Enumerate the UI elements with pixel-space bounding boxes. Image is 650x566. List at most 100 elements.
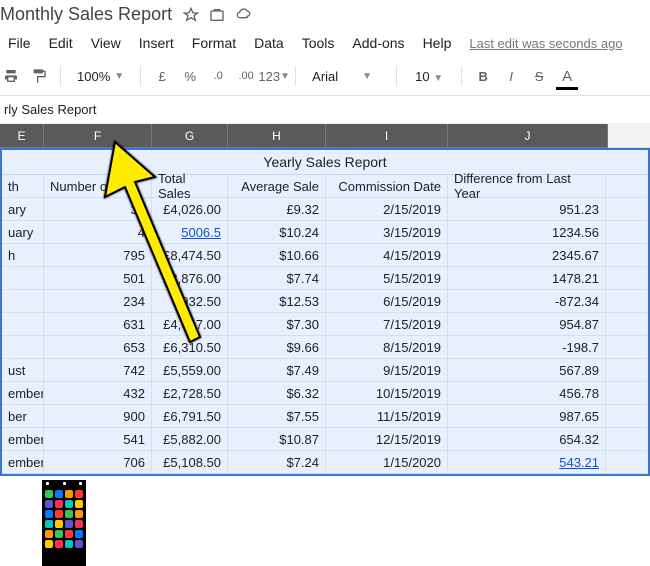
cell[interactable]: h [2,244,44,266]
cell[interactable]: £9.32 [228,198,326,220]
cell[interactable]: 4/15/2019 [326,244,448,266]
cell[interactable]: 5/15/2019 [326,267,448,289]
move-icon[interactable] [208,6,226,24]
cell[interactable]: 501 [44,267,152,289]
cell[interactable]: £4,607.00 [152,313,228,335]
cell[interactable]: 5006.5 [152,221,228,243]
cell[interactable] [2,290,44,312]
cell[interactable]: 932.50 [152,290,228,312]
increase-decimal-button[interactable]: .00 [235,65,257,87]
cell[interactable]: $7.24 [228,451,326,473]
cell[interactable]: $12.53 [228,290,326,312]
cell[interactable]: $10.87 [228,428,326,450]
cell[interactable]: £5,882.00 [152,428,228,450]
cell[interactable]: -198.7 [448,336,606,358]
cell[interactable]: 954.87 [448,313,606,335]
menu-format[interactable]: Format [184,31,244,55]
cell[interactable]: th [2,175,44,197]
cell[interactable]: 1/15/2020 [326,451,448,473]
cell[interactable]: 951.23 [448,198,606,220]
cell[interactable]: Commission Date [326,175,448,197]
strikethrough-button[interactable]: S [528,65,550,87]
cell[interactable]: 234 [44,290,152,312]
cell[interactable]: $6.32 [228,382,326,404]
font-select[interactable]: Arial▼ [306,67,386,86]
menu-tools[interactable]: Tools [294,31,343,55]
cell[interactable]: Average Sale [228,175,326,197]
cell[interactable]: 1234.56 [448,221,606,243]
cell[interactable]: ember [2,451,44,473]
cell[interactable]: £5,108.50 [152,451,228,473]
col-header-j[interactable]: J [448,124,608,148]
menu-data[interactable]: Data [246,31,292,55]
cell[interactable] [2,267,44,289]
paint-format-icon[interactable] [28,65,50,87]
cell[interactable]: 456.78 [448,382,606,404]
cell[interactable]: £4,026.00 [152,198,228,220]
cell[interactable]: £2,728.50 [152,382,228,404]
cell[interactable]: ber [2,405,44,427]
cell[interactable]: 900 [44,405,152,427]
menu-addons[interactable]: Add-ons [344,31,412,55]
text-color-button[interactable]: A [556,65,578,87]
cell[interactable]: Number of [44,175,152,197]
cell[interactable]: £8,474.50 [152,244,228,266]
col-header-h[interactable]: H [228,124,326,148]
cell[interactable]: 653 [44,336,152,358]
cell[interactable]: $7.74 [228,267,326,289]
cell[interactable]: $10.66 [228,244,326,266]
bold-button[interactable]: B [472,65,494,87]
cell[interactable]: $7.30 [228,313,326,335]
cell[interactable]: 1478.21 [448,267,606,289]
cell[interactable]: 567.89 [448,359,606,381]
cell[interactable] [2,313,44,335]
menu-view[interactable]: View [83,31,129,55]
font-size-select[interactable]: 10 ▼ [407,67,451,86]
cloud-icon[interactable] [234,6,252,24]
last-edit-link[interactable]: Last edit was seconds ago [469,36,622,51]
cell[interactable]: ary [2,198,44,220]
cell[interactable]: £5,559.00 [152,359,228,381]
menu-edit[interactable]: Edit [41,31,81,55]
cell[interactable]: 631 [44,313,152,335]
cell[interactable]: 2/15/2019 [326,198,448,220]
menu-help[interactable]: Help [415,31,460,55]
cell[interactable]: 432 [44,382,152,404]
cell[interactable]: 2345.67 [448,244,606,266]
cell[interactable]: 6/15/2019 [326,290,448,312]
col-header-blank[interactable] [608,124,650,148]
cell[interactable]: 8/15/2019 [326,336,448,358]
cell[interactable]: 9/15/2019 [326,359,448,381]
col-header-i[interactable]: I [326,124,448,148]
cell[interactable]: 3/15/2019 [326,221,448,243]
cell[interactable]: 12/15/2019 [326,428,448,450]
cell[interactable]: 7/15/2019 [326,313,448,335]
cell[interactable]: 654.32 [448,428,606,450]
cell[interactable] [2,336,44,358]
cell[interactable]: 10/15/2019 [326,382,448,404]
currency-button[interactable]: £ [151,65,173,87]
cell[interactable]: ust [2,359,44,381]
star-icon[interactable] [182,6,200,24]
cell[interactable]: 11/15/2019 [326,405,448,427]
cell[interactable]: 742 [44,359,152,381]
doc-title[interactable]: Monthly Sales Report [0,4,172,25]
cell[interactable]: uary [2,221,44,243]
cell[interactable]: $9.66 [228,336,326,358]
cell[interactable]: Total Sales [152,175,228,197]
print-icon[interactable] [0,65,22,87]
cell[interactable]: £6,791.50 [152,405,228,427]
cell[interactable]: ember [2,382,44,404]
cell[interactable]: £3,876.00 [152,267,228,289]
cell[interactable]: 987.65 [448,405,606,427]
cell[interactable]: £6,310.50 [152,336,228,358]
percent-button[interactable]: % [179,65,201,87]
decrease-decimal-button[interactable]: .0 [207,65,229,87]
cell[interactable]: 795 [44,244,152,266]
col-header-g[interactable]: G [152,124,228,148]
cell[interactable]: $10.24 [228,221,326,243]
formula-bar[interactable]: rly Sales Report [0,96,650,124]
cell[interactable]: ember [2,428,44,450]
menu-file[interactable]: File [0,31,39,55]
cell[interactable]: 541 [44,428,152,450]
